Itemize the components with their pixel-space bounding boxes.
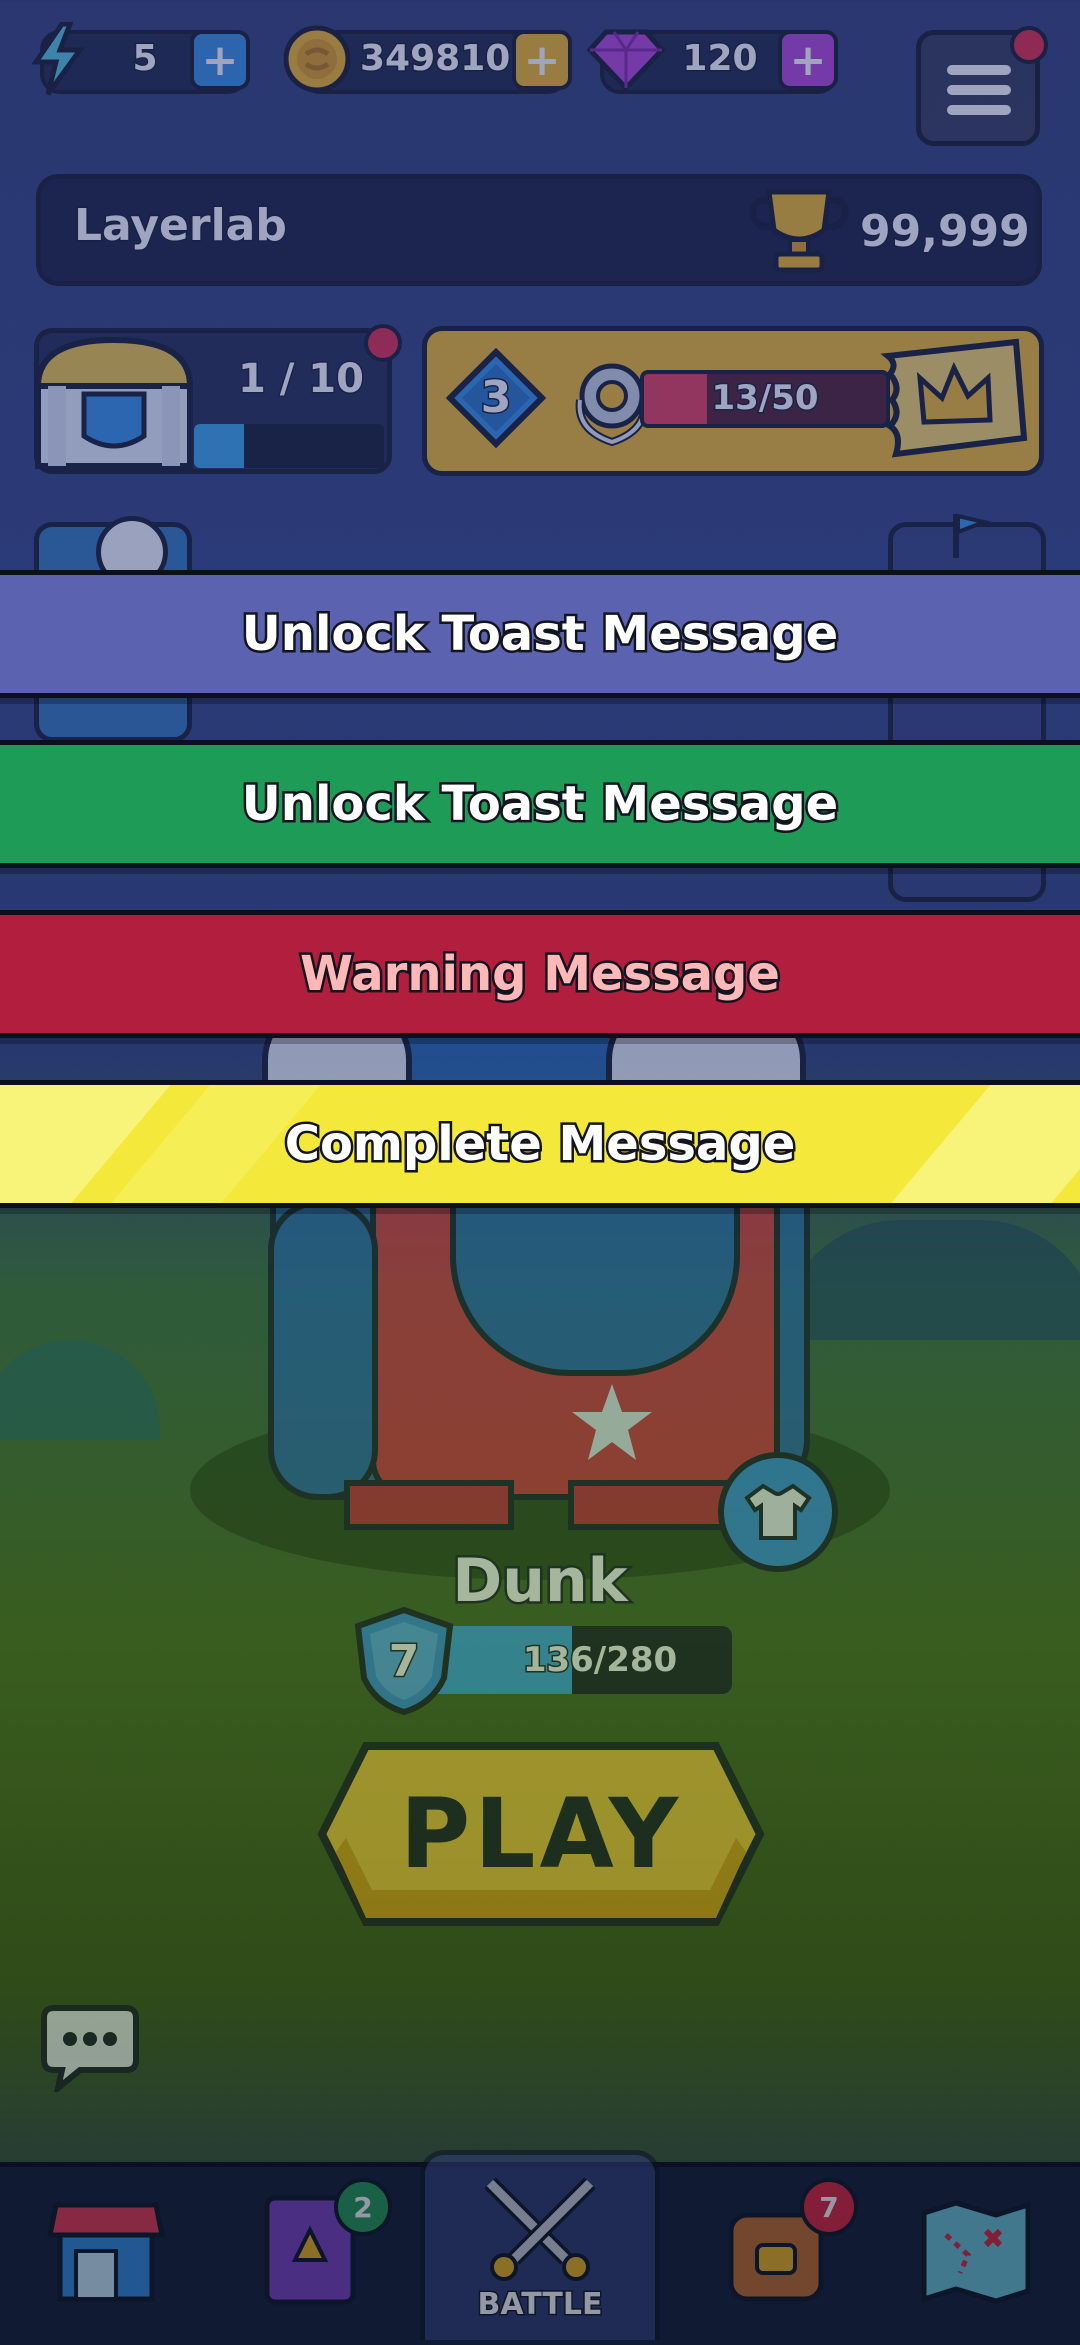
coin-icon xyxy=(282,24,352,94)
bush-left xyxy=(0,1340,160,1440)
nav-book[interactable]: 2 xyxy=(210,2160,410,2340)
trophy-count: 99,999 xyxy=(859,205,1032,259)
add-energy-button[interactable]: + xyxy=(190,30,250,90)
bush-right xyxy=(780,1220,1080,1340)
chest-progress-fill xyxy=(194,424,244,468)
chest-icon xyxy=(24,326,204,476)
warning-toast: Warning Message xyxy=(0,910,1080,1038)
complete-toast: Complete Message xyxy=(0,1080,1080,1208)
character-leg-right xyxy=(568,1480,738,1530)
chest-nav-badge: 7 xyxy=(800,2178,858,2236)
nav-battle[interactable]: BATTLE xyxy=(420,2150,660,2340)
energy-count: 5 xyxy=(131,37,159,81)
pass-progress-text: 13/50 xyxy=(710,377,820,420)
lightning-icon xyxy=(28,21,88,96)
character-arm-left xyxy=(268,1200,378,1500)
map-icon xyxy=(921,2200,1031,2304)
battle-label: BATTLE xyxy=(476,2286,604,2324)
swords-icon xyxy=(484,2177,596,2281)
star-icon xyxy=(570,1380,654,1464)
character-level: 7 xyxy=(387,1635,421,1689)
xp-text: 136/280 xyxy=(521,1639,678,1682)
shirt-icon xyxy=(744,1483,812,1540)
toast-label: Complete Message xyxy=(282,1114,798,1175)
unlock-toast-blue: Unlock Toast Message xyxy=(0,570,1080,698)
gems-count: 120 xyxy=(681,37,759,81)
notification-dot xyxy=(1010,26,1048,64)
coins-count: 349810 xyxy=(359,37,512,81)
toast-label: Unlock Toast Message xyxy=(239,774,840,835)
nav-map[interactable] xyxy=(876,2160,1076,2340)
gem-icon xyxy=(586,26,666,92)
add-gems-button[interactable]: + xyxy=(778,30,838,90)
play-label: PLAY xyxy=(399,1778,683,1890)
toast-label: Warning Message xyxy=(298,944,783,1005)
unlock-toast-green: Unlock Toast Message xyxy=(0,740,1080,868)
ticket-icon xyxy=(872,334,1032,464)
stripe-right xyxy=(881,1085,1080,1203)
book-badge: 2 xyxy=(334,2178,392,2236)
add-coins-button[interactable]: + xyxy=(512,30,572,90)
nav-chest[interactable]: 7 xyxy=(676,2160,876,2340)
flag-icon xyxy=(950,510,991,560)
shop-icon xyxy=(46,2202,166,2302)
chat-button[interactable] xyxy=(40,2002,140,2096)
chat-icon xyxy=(41,2005,139,2096)
chest-progress-bar xyxy=(194,424,384,468)
chest-progress: 1 / 10 xyxy=(237,355,366,404)
nav-shop[interactable] xyxy=(6,2160,206,2340)
chest-notification-dot xyxy=(364,324,402,362)
trophy-icon xyxy=(744,186,854,274)
character-leg-left xyxy=(344,1480,514,1530)
player-name: Layerlab xyxy=(73,199,289,253)
toast-label: Unlock Toast Message xyxy=(239,604,840,665)
hamburger-icon xyxy=(947,65,1011,115)
pass-level: 3 xyxy=(479,371,513,425)
